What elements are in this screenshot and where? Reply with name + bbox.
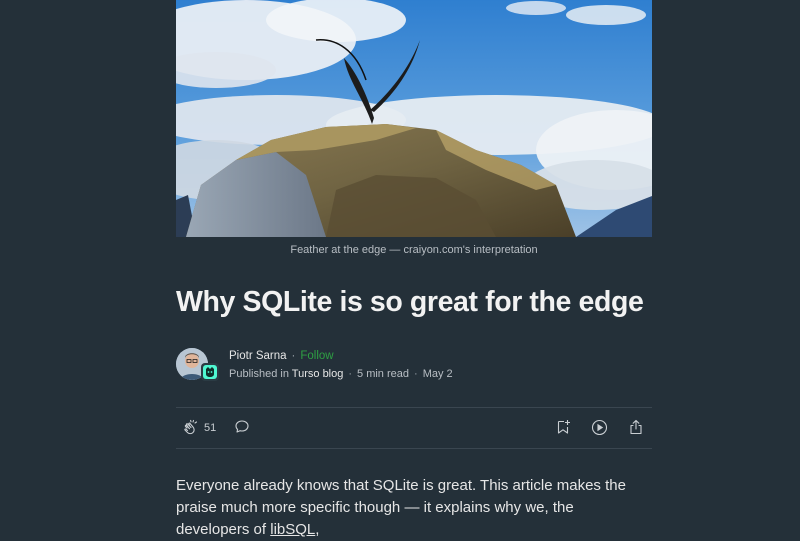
article-title: Why SQLite is so great for the edge <box>176 286 644 318</box>
separator-dot: · <box>414 368 418 380</box>
paragraph-tail: , <box>315 521 320 538</box>
clap-button[interactable]: 51 <box>182 419 216 437</box>
published-prefix: Published in <box>229 368 289 380</box>
comment-button[interactable] <box>234 419 250 435</box>
separator-dot: · <box>348 368 353 380</box>
follow-button[interactable]: Follow <box>300 350 333 362</box>
author-line: Piotr Sarna · Follow <box>229 350 334 362</box>
author-row: Piotr Sarna · Follow Published in Turso bl… <box>176 346 652 382</box>
play-icon <box>591 419 608 436</box>
publication-line: Published in Turso blog · 5 min read · May 2 <box>229 368 453 380</box>
publish-date: May 2 <box>422 368 453 380</box>
read-time: 5 min read <box>357 368 410 380</box>
publication-logo-icon[interactable] <box>201 363 219 381</box>
clap-count: 51 <box>204 422 217 434</box>
separator-dot: · <box>291 350 296 362</box>
action-bar: 51 <box>176 407 652 449</box>
bookmark-add-icon <box>557 420 570 434</box>
author-name[interactable]: Piotr Sarna <box>229 350 287 362</box>
share-button[interactable] <box>628 419 644 435</box>
comment-icon <box>235 420 249 433</box>
article-paragraph: Everyone already knows that SQLite is gr… <box>176 475 646 541</box>
hero-image[interactable] <box>176 0 652 237</box>
bookmark-button[interactable] <box>555 419 571 435</box>
image-caption: Feather at the edge — craiyon.com's inte… <box>290 244 538 256</box>
paragraph-text: Everyone already knows that SQLite is gr… <box>176 477 626 538</box>
libsql-link[interactable]: libSQL <box>270 521 315 538</box>
listen-button[interactable] <box>591 419 608 436</box>
clap-icon <box>184 419 198 435</box>
publication-link[interactable]: Turso blog <box>292 368 344 380</box>
share-icon <box>630 419 642 435</box>
